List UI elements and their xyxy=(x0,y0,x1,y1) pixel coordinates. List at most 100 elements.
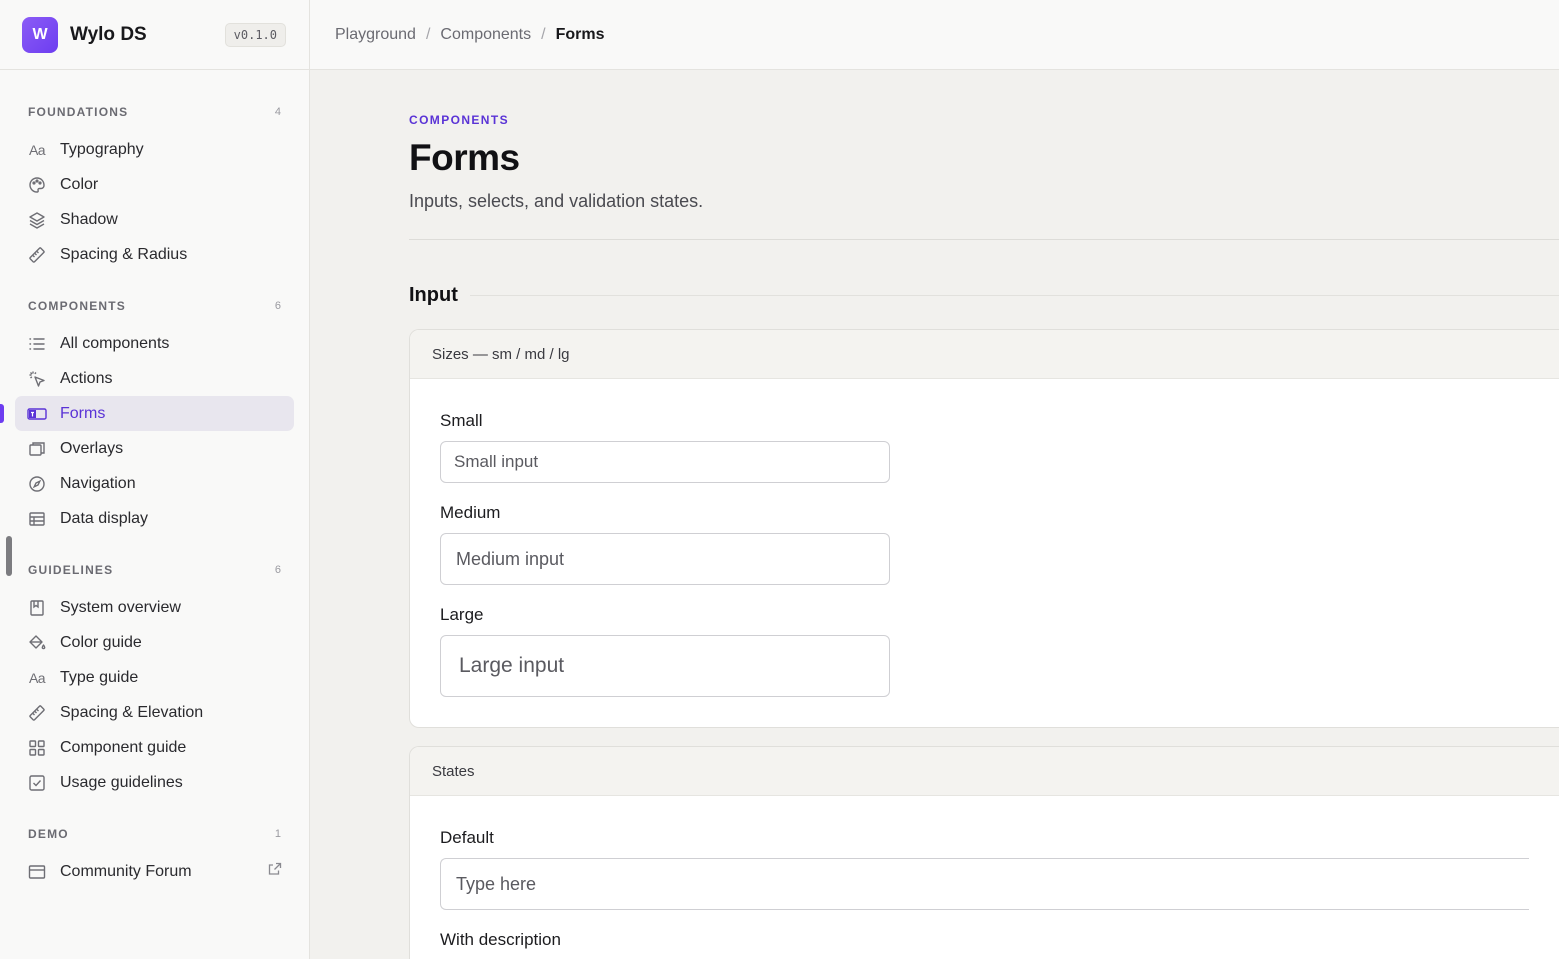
breadcrumb-current: Forms xyxy=(555,25,605,43)
breadcrumb-separator: / xyxy=(541,25,546,43)
sidebar-item-type-guide[interactable]: Aa Type guide xyxy=(15,660,294,695)
main-content: COMPONENTS Forms Inputs, selects, and va… xyxy=(409,70,1559,959)
sidebar-item-color-guide[interactable]: Color guide xyxy=(15,625,294,660)
sidebar-section-count: 6 xyxy=(274,300,281,312)
large-label: Large xyxy=(440,605,484,624)
default-input-placeholder: Type here xyxy=(456,873,537,894)
states-card: States Default Type here With descriptio… xyxy=(409,746,1559,959)
default-label: Default xyxy=(440,828,494,847)
sizes-card-body: Small Small input Medium Medium input La… xyxy=(410,379,1559,727)
sidebar-item-label: Spacing & Radius xyxy=(60,245,188,263)
sidebar-item-label: Actions xyxy=(60,369,113,387)
topbar: Playground / Components / Forms xyxy=(310,0,1559,70)
breadcrumb-playground[interactable]: Playground xyxy=(335,26,416,44)
sidebar-nav: FOUNDATIONS 4 Aa Typography Color Shadow Spaci… xyxy=(0,70,309,889)
medium-input[interactable]: Medium input xyxy=(440,533,890,585)
sidebar-section-title: GUIDELINES xyxy=(28,563,114,577)
external-link-icon xyxy=(268,862,282,881)
sidebar-section-header: COMPONENTS 6 xyxy=(0,286,309,326)
section-heading-row: Input xyxy=(409,284,1559,307)
sidebar-item-label: Type guide xyxy=(60,668,139,686)
sidebar-section-title: FOUNDATIONS xyxy=(28,105,129,119)
sidebar-item-label: Color guide xyxy=(60,633,142,651)
pointer-click-icon xyxy=(27,369,47,389)
table-icon xyxy=(27,509,47,529)
sidebar-item-spacing-radius[interactable]: Spacing & Radius xyxy=(15,237,294,272)
sidebar-item-label: Navigation xyxy=(60,474,136,492)
sidebar-item-label: Community Forum xyxy=(60,862,192,880)
browser-window-icon xyxy=(27,862,47,882)
large-input-placeholder: Large input xyxy=(459,654,565,677)
book-icon xyxy=(27,598,47,618)
brand-logo[interactable]: W xyxy=(22,16,58,53)
default-input[interactable]: Type here xyxy=(440,858,1529,910)
brand-name[interactable]: Wylo DS xyxy=(70,24,147,46)
layers-icon xyxy=(27,210,47,230)
large-input[interactable]: Large input xyxy=(440,635,890,697)
medium-label: Medium xyxy=(440,503,501,522)
sidebar-item-usage-guidelines[interactable]: Usage guidelines xyxy=(15,765,294,800)
form-input-icon xyxy=(27,404,47,424)
sidebar-item-color[interactable]: Color xyxy=(15,167,294,202)
check-square-icon xyxy=(27,773,47,793)
sidebar-section-header: GUIDELINES 6 xyxy=(0,550,309,590)
sidebar-item-spacing-elevation[interactable]: Spacing & Elevation xyxy=(15,695,294,730)
sidebar-item-label: Color xyxy=(60,175,99,193)
sidebar-item-system-overview[interactable]: System overview xyxy=(15,590,294,625)
sidebar-section-header: DEMO 1 xyxy=(0,814,309,854)
breadcrumb-components[interactable]: Components xyxy=(440,26,531,44)
sidebar-section-count: 4 xyxy=(274,106,281,118)
sidebar-item-navigation[interactable]: Navigation xyxy=(15,466,294,501)
compass-icon xyxy=(27,474,47,494)
sidebar-item-label: Overlays xyxy=(60,439,124,457)
ruler-icon xyxy=(27,245,47,265)
states-card-body: Default Type here With description xyxy=(410,796,1559,959)
sidebar-item-label: Typography xyxy=(60,140,144,158)
palette-icon xyxy=(27,175,47,195)
sidebar-item-label: Data display xyxy=(60,509,149,527)
sidebar-section-foundations: FOUNDATIONS 4 Aa Typography Color Shadow Spaci… xyxy=(0,92,309,272)
sidebar-item-shadow[interactable]: Shadow xyxy=(15,202,294,237)
with-description-label: With description xyxy=(440,930,561,949)
grid-icon xyxy=(27,738,47,758)
sidebar-section-demo: DEMO 1 Community Forum xyxy=(0,814,309,889)
sidebar-section-count: 6 xyxy=(274,564,281,576)
section-title-input: Input xyxy=(409,284,458,306)
sidebar-item-community-forum[interactable]: Community Forum xyxy=(15,854,294,889)
sidebar-section-guidelines: GUIDELINES 6 System overview Color guide Aa T… xyxy=(0,550,309,800)
sidebar-item-label: All components xyxy=(60,334,170,352)
page-subtitle: Inputs, selects, and validation states. xyxy=(409,191,704,211)
states-card-header: States xyxy=(410,747,1559,796)
sidebar-section-title: COMPONENTS xyxy=(28,299,127,313)
small-input-placeholder: Small input xyxy=(454,452,539,471)
section-rule xyxy=(469,295,1559,296)
divider xyxy=(409,239,1559,240)
typography-icon: Aa xyxy=(28,669,46,686)
sidebar-item-component-guide[interactable]: Component guide xyxy=(15,730,294,765)
sidebar-section-header: FOUNDATIONS 4 xyxy=(0,92,309,132)
sidebar-item-data-display[interactable]: Data display xyxy=(15,501,294,536)
sizes-card-header: Sizes — sm / md / lg xyxy=(410,330,1559,379)
sidebar-item-all-components[interactable]: All components xyxy=(15,326,294,361)
sidebar-section-components: COMPONENTS 6 All components Actions Forms Ove… xyxy=(0,286,309,536)
small-input[interactable]: Small input xyxy=(440,441,890,483)
small-label: Small xyxy=(440,411,483,430)
sidebar-item-typography[interactable]: Aa Typography xyxy=(15,132,294,167)
version-badge: v0.1.0 xyxy=(224,22,286,47)
sidebar-item-label: Usage guidelines xyxy=(60,773,183,791)
paint-bucket-icon xyxy=(27,633,47,653)
sidebar-section-count: 1 xyxy=(274,828,281,840)
brand-header: W Wylo DS v0.1.0 xyxy=(0,0,309,70)
typography-icon: Aa xyxy=(28,141,46,158)
breadcrumb-separator: / xyxy=(425,25,431,43)
sidebar-item-actions[interactable]: Actions xyxy=(15,361,294,396)
sidebar-item-label: System overview xyxy=(60,598,181,616)
sidebar-item-forms[interactable]: Forms xyxy=(0,396,294,431)
sidebar-item-label: Forms xyxy=(60,404,106,422)
page-eyebrow: COMPONENTS xyxy=(409,113,510,127)
sidebar-scrollbar[interactable] xyxy=(6,536,12,576)
list-icon xyxy=(27,334,47,354)
sidebar: W Wylo DS v0.1.0 FOUNDATIONS 4 Aa Typograph… xyxy=(0,0,310,959)
sidebar-section-title: DEMO xyxy=(28,827,69,841)
sidebar-item-overlays[interactable]: Overlays xyxy=(15,431,294,466)
